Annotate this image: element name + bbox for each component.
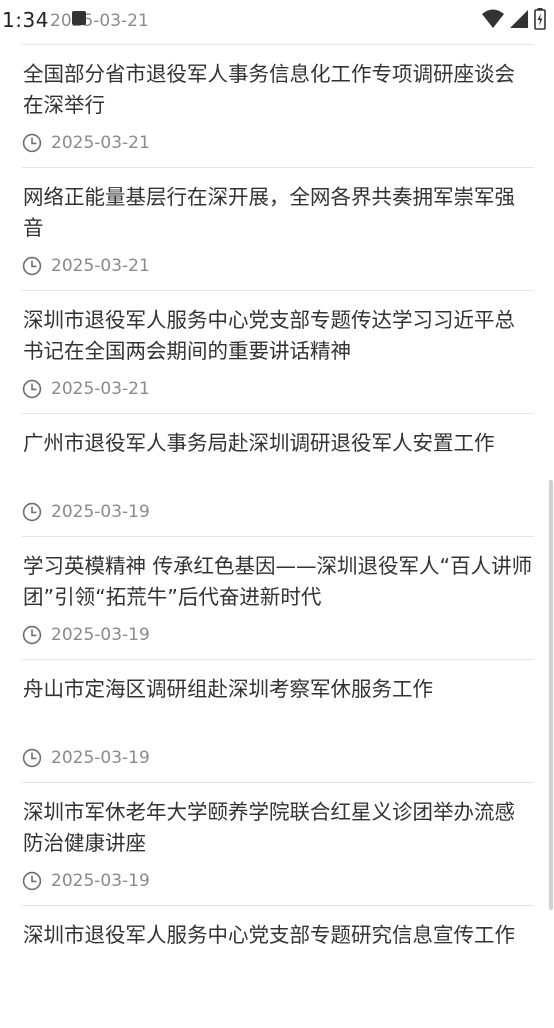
status-time: 1:34 <box>2 8 49 32</box>
scrollbar[interactable] <box>549 480 553 910</box>
clock-icon <box>22 256 42 276</box>
battery-icon <box>534 8 546 30</box>
news-date: 2025-03-19 <box>51 625 150 645</box>
wifi-icon <box>482 9 504 28</box>
news-title[interactable]: 深圳市退役军人服务中心党支部专题传达学习习近平总书记在全国两会期间的重要讲话精神 <box>23 305 534 367</box>
news-date: 2025-03-19 <box>51 748 150 768</box>
news-title[interactable]: 深圳市军休老年大学颐养学院联合红星义诊团举办流感防治健康讲座 <box>23 797 534 859</box>
clock-icon <box>22 748 42 768</box>
news-date: 2025-03-21 <box>51 256 150 276</box>
news-meta: 2025-03-19 <box>22 625 150 645</box>
status-date-peek: 2025-03-21 <box>50 11 149 31</box>
news-title[interactable]: 深圳市退役军人服务中心党支部专题研究信息宣传工作 <box>23 920 534 951</box>
status-bar: 2025-03-21 1:34 <box>0 0 554 40</box>
news-item[interactable]: 舟山市定海区调研组赴深圳考察军休服务工作 2025-03-19 <box>22 659 534 782</box>
notification-icon <box>72 11 86 25</box>
status-icons <box>482 8 546 30</box>
news-title[interactable]: 网络正能量基层行在深开展，全网各界共奏拥军崇军强音 <box>23 182 534 244</box>
news-meta: 2025-03-21 <box>22 256 150 276</box>
news-item[interactable]: 网络正能量基层行在深开展，全网各界共奏拥军崇军强音 2025-03-21 <box>22 167 534 290</box>
clock-icon <box>22 379 42 399</box>
news-item[interactable]: 深圳市退役军人服务中心党支部专题传达学习习近平总书记在全国两会期间的重要讲话精神… <box>22 290 534 413</box>
news-list: 全国部分省市退役军人事务信息化工作专项调研座谈会在深举行 2025-03-21 … <box>22 44 534 1028</box>
clock-icon <box>22 871 42 891</box>
news-item[interactable]: 全国部分省市退役军人事务信息化工作专项调研座谈会在深举行 2025-03-21 <box>22 44 534 167</box>
news-date: 2025-03-19 <box>51 502 150 522</box>
news-title[interactable]: 学习英模精神 传承红色基因——深圳退役军人“百人讲师团”引领“拓荒牛”后代奋进新… <box>23 551 534 613</box>
news-meta: 2025-03-21 <box>22 379 150 399</box>
news-meta: 2025-03-21 <box>22 133 150 153</box>
news-title[interactable]: 全国部分省市退役军人事务信息化工作专项调研座谈会在深举行 <box>23 59 534 121</box>
news-title[interactable]: 广州市退役军人事务局赴深圳调研退役军人安置工作 <box>23 428 534 459</box>
clock-icon <box>22 133 42 153</box>
clock-icon <box>22 502 42 522</box>
news-meta: 2025-03-19 <box>22 502 150 522</box>
news-meta: 2025-03-19 <box>22 871 150 891</box>
signal-icon <box>510 10 528 28</box>
news-item[interactable]: 深圳市军休老年大学颐养学院联合红星义诊团举办流感防治健康讲座 2025-03-1… <box>22 782 534 905</box>
news-meta: 2025-03-19 <box>22 748 150 768</box>
news-title[interactable]: 舟山市定海区调研组赴深圳考察军休服务工作 <box>23 674 534 705</box>
news-date: 2025-03-21 <box>51 133 150 153</box>
news-item[interactable]: 深圳市退役军人服务中心党支部专题研究信息宣传工作 <box>22 905 534 1028</box>
news-item[interactable]: 学习英模精神 传承红色基因——深圳退役军人“百人讲师团”引领“拓荒牛”后代奋进新… <box>22 536 534 659</box>
news-date: 2025-03-21 <box>51 379 150 399</box>
news-date: 2025-03-19 <box>51 871 150 891</box>
clock-icon <box>22 625 42 645</box>
news-item[interactable]: 广州市退役军人事务局赴深圳调研退役军人安置工作 2025-03-19 <box>22 413 534 536</box>
